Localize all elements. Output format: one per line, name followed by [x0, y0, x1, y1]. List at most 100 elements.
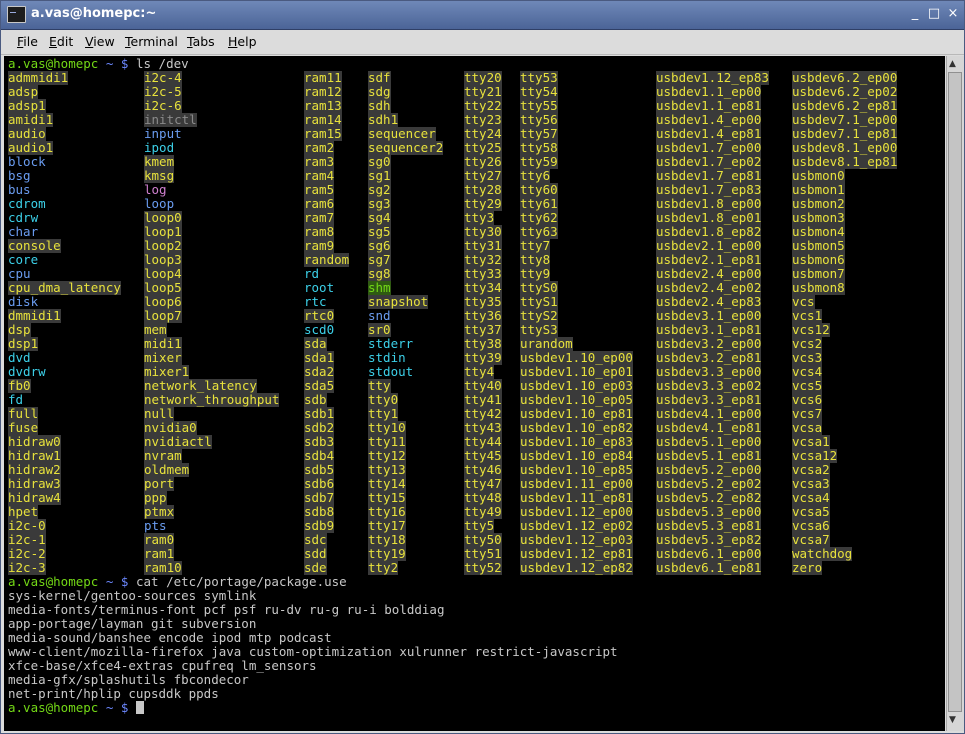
ls-entry-name: mixer	[144, 350, 182, 365]
ls-entry: usbmon4	[792, 225, 845, 239]
ls-entry: tty60	[520, 183, 558, 197]
ls-entry: adsp	[8, 85, 39, 99]
vertical-scrollbar[interactable]: ▲ ▼	[946, 56, 964, 731]
ls-entry: usbdev2.1_ep00	[656, 239, 762, 253]
ls-entry: i2c-0	[8, 519, 46, 533]
ls-entry-name: usbdev2.4_ep02	[656, 280, 762, 295]
ls-entry-name: adsp1	[8, 98, 46, 113]
ls-entry-name: ptmx	[144, 504, 175, 519]
menu-edit[interactable]: Edit	[49, 34, 73, 49]
ls-entry: tty2	[368, 561, 399, 575]
ls-entry: usbmon6	[792, 253, 845, 267]
ls-entry-name: tty3	[464, 210, 495, 225]
ls-entry: ram4	[304, 169, 335, 183]
ls-entry-name: loop7	[144, 308, 182, 323]
ls-entry: tty21	[464, 85, 502, 99]
menu-tabs-label: abs	[192, 34, 215, 49]
ls-entry: loop3	[144, 253, 182, 267]
ls-entry: ttyS1	[520, 295, 558, 309]
ls-entry-name: scd0	[304, 322, 335, 337]
ls-entry-name: usbdev1.8_ep01	[656, 210, 762, 225]
ls-entry-name: block	[8, 154, 46, 169]
ls-entry: rtc0	[304, 309, 335, 323]
ls-entry: amidi1	[8, 113, 54, 127]
ls-entry: usbdev1.11_ep81	[520, 491, 633, 505]
title-bar[interactable]: a.vas@homepc:~ _ □ ×	[1, 1, 964, 30]
ls-entry-name: loop	[144, 196, 175, 211]
command-text: ls /dev	[135, 56, 189, 71]
ls-entry: urandom	[520, 337, 573, 351]
ls-entry: tty4	[464, 365, 495, 379]
ls-entry: usbdev3.2_ep81	[656, 351, 762, 365]
ls-entry: dmmidi1	[8, 309, 61, 323]
ls-entry-name: dmmidi1	[8, 308, 61, 323]
ls-entry: sg6	[368, 239, 391, 253]
ls-entry-name: hidraw3	[8, 476, 61, 491]
ls-entry: nvidiactl	[144, 435, 212, 449]
ls-entry: tty5	[464, 519, 495, 533]
maximize-icon[interactable]: □	[926, 6, 942, 22]
ls-entry: tty57	[520, 127, 558, 141]
menu-help[interactable]: Help	[228, 34, 257, 49]
ls-entry: tty1	[368, 407, 399, 421]
ls-entry: tty51	[464, 547, 502, 561]
ls-entry: sg1	[368, 169, 391, 183]
ls-entry-name: vcsa3	[792, 476, 830, 491]
ls-entry: dsp	[8, 323, 31, 337]
ls-entry: core	[8, 253, 38, 267]
minimize-icon[interactable]: _	[907, 6, 923, 22]
ls-entry-name: tty49	[464, 504, 502, 519]
terminal-area[interactable]: a.vas@homepc ~ $ ls /dev admmidi1 adsp ads…	[4, 56, 945, 731]
ls-entry-name: tty48	[464, 490, 502, 505]
ls-entry-name: console	[8, 238, 61, 253]
ls-entry-name: sda5	[304, 378, 335, 393]
ls-entry: usbdev6.2_ep02	[792, 85, 898, 99]
ls-entry-name: tty59	[520, 154, 558, 169]
ls-entry-name: usbdev1.8_ep00	[656, 196, 762, 211]
ls-entry-name: sda2	[304, 364, 335, 379]
close-icon[interactable]: ×	[945, 6, 961, 22]
ls-entry: tty38	[464, 337, 502, 351]
ls-entry-name: zero	[792, 560, 823, 575]
ls-entry: tty0	[368, 393, 399, 407]
ls-entry-name: tty63	[520, 224, 558, 239]
ls-entry-name: usbmon7	[792, 266, 845, 281]
menu-edit-mnemonic: E	[49, 34, 57, 49]
ls-entry-name: sdh	[368, 98, 391, 113]
menu-file[interactable]: File	[17, 34, 38, 49]
ls-entry-name: tty62	[520, 210, 558, 225]
output-line: media-gfx/splashutils fbcondecor	[8, 672, 249, 687]
ls-entry-name: tty32	[464, 252, 502, 267]
ls-entry-name: fd	[8, 392, 24, 407]
menu-terminal-label: erminal	[130, 34, 178, 49]
ls-entry: fd	[8, 393, 23, 407]
ls-entry: tty52	[464, 561, 502, 575]
ls-entry-name: vcs6	[792, 392, 823, 407]
menu-terminal[interactable]: Terminal	[125, 34, 178, 49]
menu-help-label: elp	[237, 34, 257, 49]
ls-entry-name: cdrom	[8, 196, 46, 211]
ls-entry-name: core	[8, 252, 39, 267]
ls-entry-name: sdb	[304, 392, 327, 407]
menu-view[interactable]: View	[85, 34, 115, 49]
terminal-app-icon[interactable]	[7, 6, 26, 23]
ls-entry-name: nvidiactl	[144, 434, 212, 449]
ls-entry: usbmon5	[792, 239, 845, 253]
scroll-up-icon[interactable]: ▲	[949, 59, 956, 69]
ls-entry: cdrw	[8, 211, 38, 225]
ls-entry: i2c-1	[8, 533, 46, 547]
ls-entry-name: usbdev3.3_ep00	[656, 364, 762, 379]
ls-entry: tty59	[520, 155, 558, 169]
ls-entry: ram5	[304, 183, 335, 197]
ls-entry-name: tty38	[464, 336, 502, 351]
scroll-down-icon[interactable]: ▼	[949, 715, 956, 725]
ls-entry: usbdev3.2_ep00	[656, 337, 762, 351]
ls-entry-name: usbmon5	[792, 238, 845, 253]
ls-entry: root	[304, 281, 334, 295]
ls-entry: usbdev2.1_ep81	[656, 253, 762, 267]
ls-entry-name: usbdev8.1_ep00	[792, 140, 898, 155]
ls-entry: ram6	[304, 197, 335, 211]
menu-tabs[interactable]: Tabs	[187, 34, 215, 49]
scrollbar-thumb[interactable]	[948, 72, 962, 712]
ls-entry: usbdev3.1_ep00	[656, 309, 762, 323]
